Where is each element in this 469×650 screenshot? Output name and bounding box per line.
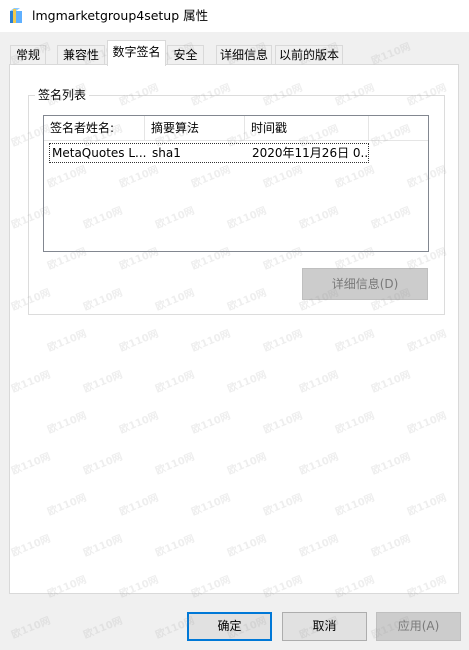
tab-previous-versions[interactable]: 以前的版本 (275, 45, 343, 65)
tab-security[interactable]: 安全 (167, 45, 204, 65)
tab-general[interactable]: 常规 (10, 45, 46, 65)
column-header-digest[interactable]: 摘要算法 (145, 116, 245, 140)
installer-box-icon (10, 8, 22, 23)
column-header-timestamp[interactable]: 时间戳 (245, 116, 369, 140)
watermark-text: 欧110网 (82, 615, 125, 642)
column-header-signer[interactable]: 签名者姓名: (44, 116, 145, 140)
digest-cell: sha1 (152, 146, 181, 160)
tab-strip: 常规 兼容性 数字签名 安全 详细信息 以前的版本 (0, 40, 469, 66)
cancel-button[interactable]: 取消 (282, 612, 367, 641)
table-row[interactable]: MetaQuotes L... sha1 2020年11月26日 0... (49, 143, 369, 163)
details-button[interactable]: 详细信息(D) (302, 268, 428, 300)
signer-cell: MetaQuotes L... (52, 146, 146, 160)
signature-list[interactable]: 签名者姓名: 摘要算法 时间戳 MetaQuotes L... sha1 202… (43, 115, 429, 252)
signature-list-group: 签名列表 签名者姓名: 摘要算法 时间戳 MetaQuotes L... sha… (28, 87, 445, 315)
signature-list-header: 签名者姓名: 摘要算法 时间戳 (44, 116, 428, 141)
signature-list-label: 签名列表 (35, 87, 90, 103)
apply-button[interactable]: 应用(A) (376, 612, 461, 641)
tab-panel-digital-signatures: 签名列表 签名者姓名: 摘要算法 时间戳 MetaQuotes L... sha… (9, 64, 459, 594)
window-title: lmgmarketgroup4setup 属性 (32, 8, 209, 23)
tab-details[interactable]: 详细信息 (216, 45, 272, 65)
ok-button[interactable]: 确定 (187, 612, 272, 641)
tab-digital-signatures[interactable]: 数字签名 (107, 40, 166, 66)
tab-compatibility[interactable]: 兼容性 (57, 45, 105, 65)
timestamp-cell: 2020年11月26日 0... (252, 146, 368, 160)
title-bar: lmgmarketgroup4setup 属性 (0, 0, 469, 32)
watermark-text: 欧110网 (10, 615, 53, 642)
